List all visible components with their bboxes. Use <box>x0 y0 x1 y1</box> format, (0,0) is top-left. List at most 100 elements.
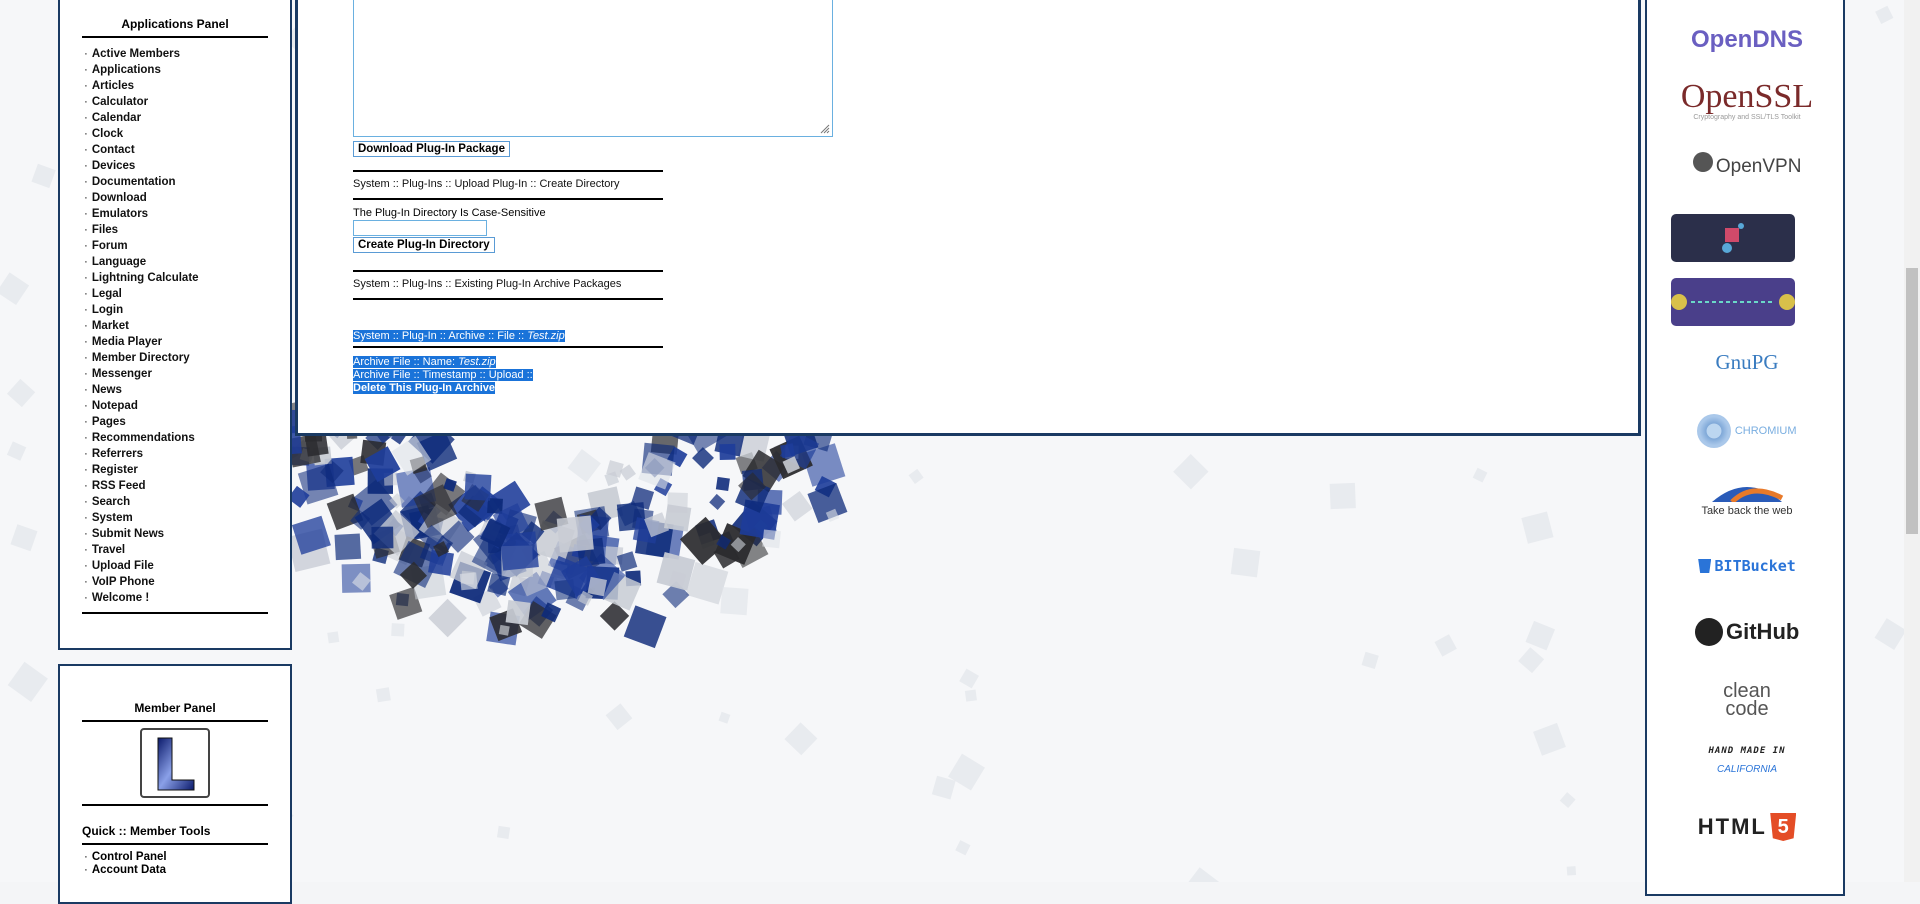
background-square <box>327 631 340 644</box>
applications-list: · Active Members · Applications · Articles · Ca… <box>84 46 268 606</box>
app-link-devices[interactable]: · Devices <box>84 158 268 174</box>
cleancode-logo[interactable]: clean code <box>1647 681 1847 719</box>
app-link-search[interactable]: · Search <box>84 494 268 510</box>
bullet-icon: · <box>84 256 88 268</box>
gnupg-logo[interactable]: GnuPG <box>1647 350 1847 375</box>
app-link-messenger[interactable]: · Messenger <box>84 366 268 382</box>
background-square <box>587 576 607 597</box>
firefox-icon <box>1712 487 1784 504</box>
bullet-icon: · <box>84 96 88 108</box>
app-link-system[interactable]: · System <box>84 510 268 526</box>
background-square <box>459 572 478 591</box>
avatar[interactable] <box>140 728 210 798</box>
app-link-applications[interactable]: · Applications <box>84 62 268 78</box>
page-scrollbar[interactable] <box>1904 0 1920 882</box>
avatar-logo-icon <box>157 737 195 791</box>
app-link-forum[interactable]: · Forum <box>84 238 268 254</box>
app-link-market[interactable]: · Market <box>84 318 268 334</box>
github-logo[interactable]: GitHub <box>1647 618 1847 646</box>
app-link-label: Documentation <box>91 176 176 188</box>
chromium-logo[interactable]: CHROMIUM <box>1647 414 1847 448</box>
app-link-label: Pages <box>91 416 126 428</box>
quick-tool-link[interactable]: · Account Data <box>84 864 268 877</box>
app-link-calendar[interactable]: · Calendar <box>84 110 268 126</box>
delete-archive-link[interactable]: Delete This Plug-In Archive <box>353 382 496 395</box>
divider <box>82 612 268 614</box>
app-link-active-members[interactable]: · Active Members <box>84 46 268 62</box>
bullet-icon: · <box>84 160 88 172</box>
bullet-icon: · <box>84 320 88 332</box>
download-plugin-button[interactable]: Download Plug-In Package <box>353 141 510 157</box>
archive-name: Archive File :: Name: Test.zip <box>353 356 496 369</box>
plugin-code-textarea[interactable] <box>353 0 833 137</box>
security-banner-image[interactable] <box>1671 214 1795 262</box>
openvpn-icon <box>1692 152 1713 172</box>
existing-archives-heading: System :: Plug-Ins :: Existing Plug-In A… <box>353 270 663 300</box>
handmade-california-logo[interactable]: HAND MADE IN CALIFORNIA <box>1647 746 1847 775</box>
bullet-icon: · <box>84 416 88 428</box>
app-link-member-directory[interactable]: · Member Directory <box>84 350 268 366</box>
app-link-notepad[interactable]: · Notepad <box>84 398 268 414</box>
bullet-icon: · <box>84 144 88 156</box>
openssl-wordmark: OpenSSL <box>1680 78 1814 115</box>
app-link-media-player[interactable]: · Media Player <box>84 334 268 350</box>
app-link-documentation[interactable]: · Documentation <box>84 174 268 190</box>
app-link-legal[interactable]: · Legal <box>84 286 268 302</box>
html5-wordmark: HTML <box>1697 814 1767 839</box>
app-link-register[interactable]: · Register <box>84 462 268 478</box>
html5-logo[interactable]: HTML 5 <box>1647 813 1847 841</box>
create-directory-heading: System :: Plug-Ins :: Upload Plug-In :: … <box>353 170 663 200</box>
bullet-icon: · <box>84 448 88 460</box>
openvpn-logo[interactable]: OpenVPN <box>1647 152 1847 178</box>
create-directory-button[interactable]: Create Plug-In Directory <box>353 237 495 253</box>
app-link-voip-phone[interactable]: · VoIP Phone <box>84 574 268 590</box>
app-link-submit-news[interactable]: · Submit News <box>84 526 268 542</box>
bullet-icon: · <box>84 400 88 412</box>
bullet-icon: · <box>84 560 88 572</box>
app-link-login[interactable]: · Login <box>84 302 268 318</box>
background-square <box>505 599 531 626</box>
background-square <box>334 533 362 561</box>
app-link-label: RSS Feed <box>91 480 146 492</box>
app-link-lightning-calculate[interactable]: · Lightning Calculate <box>84 270 268 286</box>
app-link-travel[interactable]: · Travel <box>84 542 268 558</box>
app-link-calculator[interactable]: · Calculator <box>84 94 268 110</box>
quick-tool-link[interactable]: · Control Panel <box>84 851 268 864</box>
app-link-articles[interactable]: · Articles <box>84 78 268 94</box>
app-link-label: Recommendations <box>91 432 195 444</box>
background-square <box>464 473 492 501</box>
app-link-emulators[interactable]: · Emulators <box>84 206 268 222</box>
background-square <box>1230 547 1261 578</box>
bullet-icon: · <box>84 512 88 524</box>
app-link-upload-file[interactable]: · Upload File <box>84 558 268 574</box>
resize-grip-icon[interactable] <box>820 124 830 134</box>
opendns-logo[interactable]: OpenDNS <box>1647 26 1847 54</box>
app-link-rss-feed[interactable]: · RSS Feed <box>84 478 268 494</box>
app-link-language[interactable]: · Language <box>84 254 268 270</box>
app-link-welcome[interactable]: · Welcome ! <box>84 590 268 606</box>
app-link-label: Calendar <box>91 112 142 124</box>
app-link-label: Member Directory <box>91 352 190 364</box>
app-link-recommendations[interactable]: · Recommendations <box>84 430 268 446</box>
app-link-news[interactable]: · News <box>84 382 268 398</box>
app-link-contact[interactable]: · Contact <box>84 142 268 158</box>
app-link-download[interactable]: · Download <box>84 190 268 206</box>
app-link-label: Applications <box>91 64 161 76</box>
background-square <box>375 687 391 703</box>
padlock-icon <box>1671 294 1795 310</box>
scrollbar-thumb[interactable] <box>1906 268 1918 534</box>
encryption-banner-image[interactable] <box>1671 278 1795 326</box>
bullet-icon: · <box>84 176 88 188</box>
app-link-label: Articles <box>91 80 135 92</box>
firefox-logo[interactable]: Take back the web <box>1647 478 1847 517</box>
app-link-referrers[interactable]: · Referrers <box>84 446 268 462</box>
directory-name-input[interactable] <box>353 220 487 236</box>
archive-name-prefix: Archive File :: Name: <box>353 356 459 368</box>
openssl-logo[interactable]: OpenSSL Cryptography and SSL/TLS Toolkit <box>1647 78 1847 122</box>
app-link-clock[interactable]: · Clock <box>84 126 268 142</box>
app-link-files[interactable]: · Files <box>84 222 268 238</box>
background-square <box>762 529 781 549</box>
bitbucket-logo[interactable]: BITBucket <box>1647 557 1847 575</box>
app-link-pages[interactable]: · Pages <box>84 414 268 430</box>
bullet-icon: · <box>84 128 88 140</box>
